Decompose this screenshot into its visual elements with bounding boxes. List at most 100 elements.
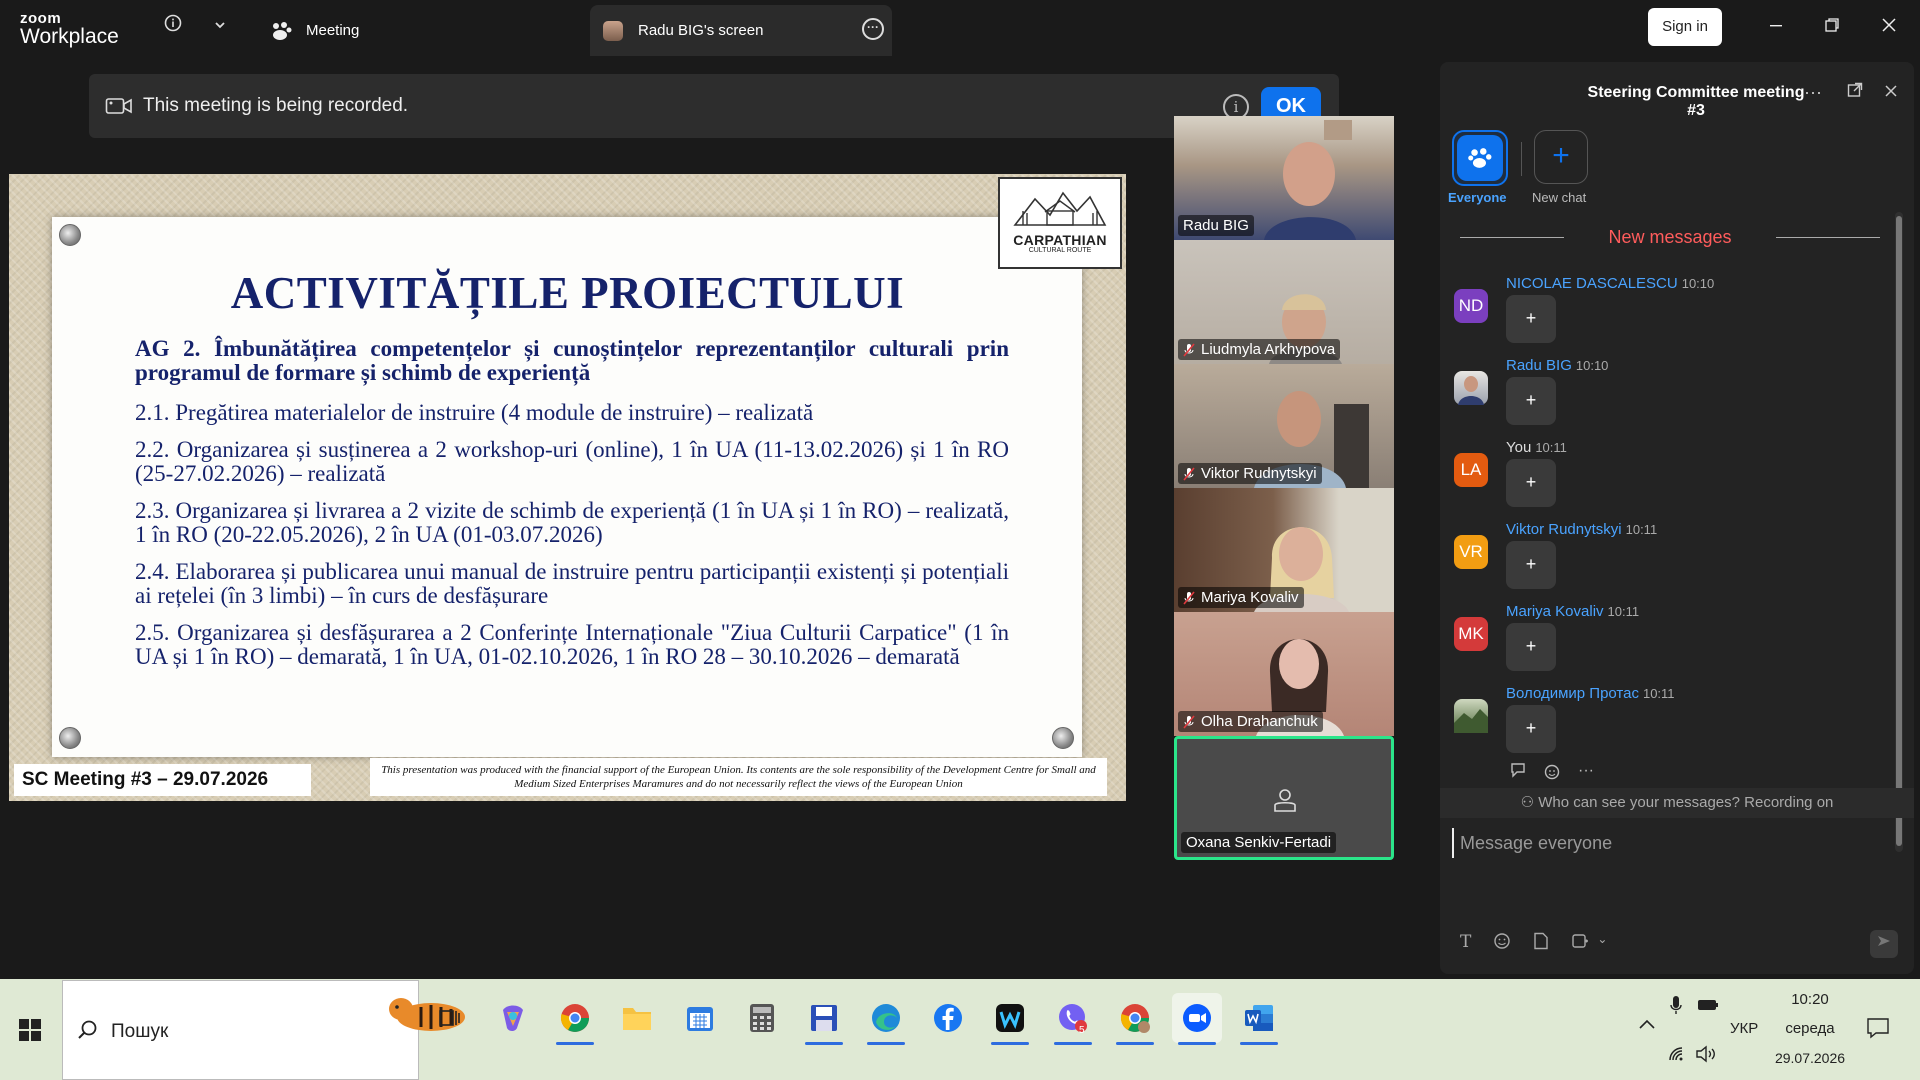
avatar[interactable]: ND: [1454, 289, 1488, 323]
message-sender[interactable]: Володимир Протас 10:11: [1506, 685, 1675, 702]
participant-name: Radu BIG: [1178, 215, 1254, 236]
logo-text-sub: CULTURAL ROUTE: [1028, 247, 1092, 254]
carpathian-route-logo: CARPATHIAN CULTURAL ROUTE: [998, 177, 1122, 269]
message-bubble[interactable]: +: [1506, 623, 1556, 671]
participants-paw-icon: [270, 20, 292, 42]
reply-icon[interactable]: [1510, 762, 1528, 778]
file-explorer-icon[interactable]: [612, 993, 662, 1043]
viber-icon[interactable]: 5: [1048, 993, 1098, 1045]
webex-icon[interactable]: [985, 993, 1035, 1045]
message-input[interactable]: Message everyone: [1452, 828, 1892, 858]
facebook-icon[interactable]: [923, 993, 973, 1043]
minimize-icon[interactable]: [1761, 14, 1791, 40]
text-format-icon[interactable]: T: [1460, 932, 1471, 952]
everyone-chat-button[interactable]: [1452, 130, 1508, 186]
message-bubble[interactable]: +: [1506, 459, 1556, 507]
close-icon[interactable]: [1880, 82, 1902, 103]
screenshot-icon[interactable]: [1571, 932, 1589, 950]
avatar[interactable]: MK: [1454, 617, 1488, 651]
close-icon[interactable]: [1874, 14, 1904, 40]
taskbar-search[interactable]: Пошук: [62, 980, 465, 1080]
chat-message: Radu BIG 10:10 +: [1454, 357, 1874, 425]
tab-shared-screen[interactable]: Radu BIG's screen ···: [590, 5, 892, 56]
avatar[interactable]: [1454, 371, 1488, 405]
notifications-icon[interactable]: [1866, 1017, 1890, 1043]
chevron-up-icon[interactable]: [1638, 1017, 1656, 1034]
wifi-icon[interactable]: [1668, 1046, 1686, 1066]
chrome-icon[interactable]: [550, 993, 600, 1045]
more-options-icon[interactable]: ···: [862, 18, 884, 40]
title-bar: zoom Workplace Meeting Radu BIG's screen…: [0, 0, 1920, 56]
participant-tile[interactable]: Liudmyla Arkhypova: [1174, 240, 1394, 364]
battery-icon[interactable]: [1697, 998, 1719, 1016]
sign-in-button[interactable]: Sign in: [1648, 8, 1722, 46]
participant-name: Olha Drahanchuk: [1178, 711, 1323, 732]
avatar[interactable]: [1454, 699, 1488, 733]
message-sender[interactable]: NICOLAE DASCALESCU 10:10: [1506, 275, 1714, 292]
microphone-icon[interactable]: [1670, 995, 1682, 1019]
search-icon: [77, 1019, 99, 1047]
file-icon[interactable]: [1533, 932, 1549, 950]
message-bubble[interactable]: +: [1506, 295, 1556, 343]
participant-tile[interactable]: Olha Drahanchuk: [1174, 612, 1394, 736]
chat-title: Steering Committee meeting #3: [1587, 84, 1805, 119]
shared-screen-slide: CARPATHIAN CULTURAL ROUTE ACTIVITĂȚILE P…: [9, 174, 1126, 801]
clock-day[interactable]: середа: [1775, 1020, 1845, 1037]
emoji-reaction-icon[interactable]: [1544, 762, 1562, 780]
everyone-paw-icon: [1468, 148, 1492, 168]
chevron-down-icon[interactable]: [208, 14, 232, 38]
participant-tile[interactable]: Radu BIG: [1174, 116, 1394, 240]
save-disk-icon[interactable]: [799, 993, 849, 1045]
zoom-app-icon[interactable]: [1172, 993, 1222, 1045]
new-chat-button[interactable]: +: [1534, 130, 1588, 184]
volume-icon[interactable]: [1695, 1045, 1717, 1067]
clock-date[interactable]: 29.07.2026: [1772, 1050, 1848, 1066]
word-icon[interactable]: [1234, 993, 1284, 1045]
info-icon[interactable]: [161, 14, 185, 38]
send-button[interactable]: [1870, 930, 1898, 958]
slide-footer-disclaimer: This presentation was produced with the …: [370, 758, 1107, 796]
participant-gallery: Radu BIG Liudmyla Arkhypova Viktor Rudny…: [1174, 116, 1394, 860]
everyone-label: Everyone: [1448, 190, 1507, 205]
message-sender[interactable]: Radu BIG 10:10: [1506, 357, 1608, 374]
message-bubble[interactable]: +: [1506, 705, 1556, 753]
logo-brand-small: zoom: [20, 10, 62, 27]
zoom-logo: zoom Workplace: [20, 11, 119, 47]
language-indicator[interactable]: УКР: [1730, 1020, 1758, 1037]
task-view-icon[interactable]: [425, 993, 475, 1043]
message-bubble[interactable]: +: [1506, 541, 1556, 589]
calculator-icon[interactable]: [737, 993, 787, 1043]
send-icon: [1878, 936, 1890, 946]
restore-icon[interactable]: [1817, 14, 1847, 40]
participant-tile[interactable]: Mariya Kovaliv: [1174, 488, 1394, 612]
windows-taskbar: Пошук 5 УКР 10:20 середа 29.07.2026: [0, 979, 1920, 1080]
chat-scrollbar[interactable]: [1895, 212, 1903, 852]
pop-out-icon[interactable]: [1844, 82, 1866, 103]
video-camera-icon: [105, 98, 132, 114]
emoji-icon[interactable]: [1493, 932, 1511, 950]
message-sender[interactable]: Viktor Rudnytskyi 10:11: [1506, 521, 1657, 538]
avatar[interactable]: VR: [1454, 535, 1488, 569]
tab-meeting-label: Meeting: [306, 22, 360, 39]
tab-meeting[interactable]: Meeting: [270, 5, 590, 56]
message-sender[interactable]: Mariya Kovaliv 10:11: [1506, 603, 1639, 620]
chrome-profile-icon[interactable]: [1110, 993, 1160, 1045]
copilot-icon[interactable]: [488, 993, 538, 1043]
edge-icon[interactable]: [861, 993, 911, 1045]
more-icon[interactable]: ···: [1578, 762, 1594, 780]
chevron-down-icon[interactable]: ⌄: [1597, 932, 1607, 952]
recording-text: This meeting is being recorded.: [143, 95, 409, 116]
participant-tile[interactable]: Viktor Rudnytskyi: [1174, 364, 1394, 488]
calendar-app-icon[interactable]: [675, 993, 725, 1043]
participant-tile-active-speaker[interactable]: Oxana Senkiv-Fertadi: [1174, 736, 1394, 860]
recording-banner: This meeting is being recorded. i OK: [89, 74, 1339, 138]
message-bubble[interactable]: +: [1506, 377, 1556, 425]
presenter-avatar: [602, 20, 624, 42]
slide-item-2-3: 2.3. Organizarea și livrarea a 2 vizite …: [135, 498, 1009, 547]
message-visibility-notice[interactable]: ⚇ Who can see your messages? Recording o…: [1440, 788, 1914, 818]
user-placeholder-icon: [1274, 789, 1296, 812]
windows-start-icon[interactable]: [19, 1019, 41, 1041]
clock-time[interactable]: 10:20: [1775, 991, 1845, 1008]
avatar[interactable]: LA: [1454, 453, 1488, 487]
more-options-icon[interactable]: ···: [1802, 82, 1824, 103]
